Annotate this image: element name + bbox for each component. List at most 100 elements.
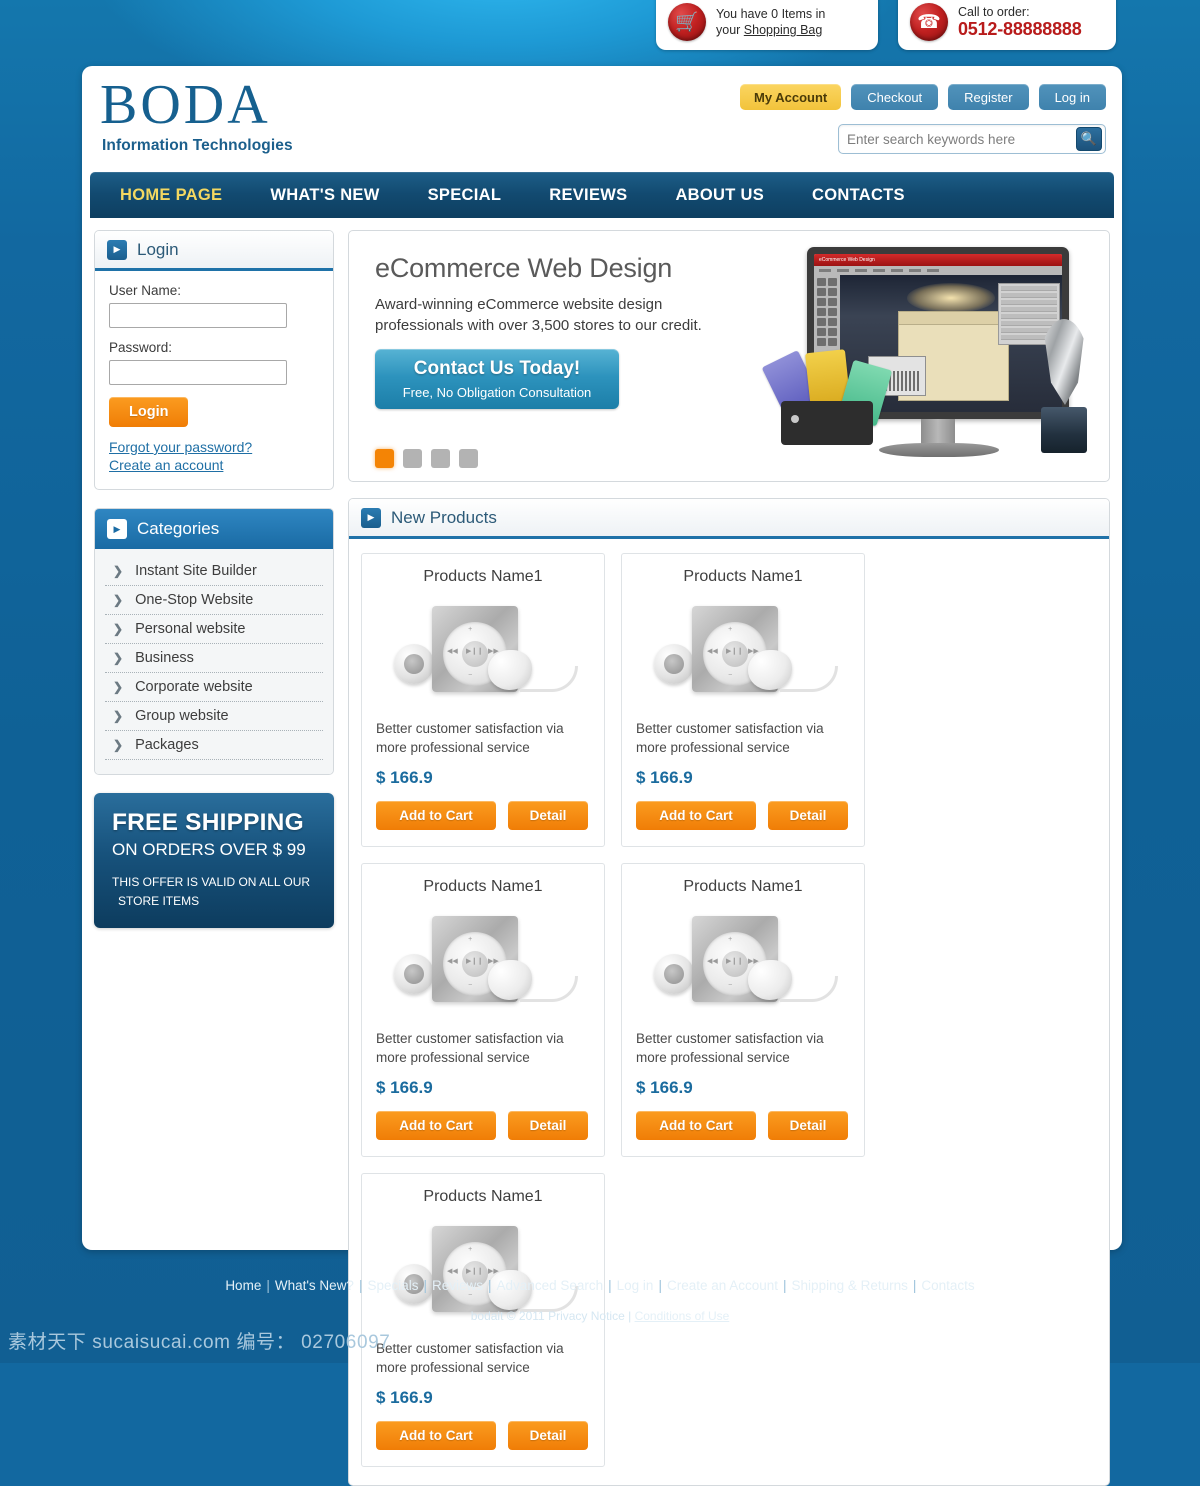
footer-link-contacts[interactable]: Contacts <box>921 1278 974 1293</box>
plus-glyph: + <box>728 936 733 943</box>
prev-glyph: ◀◀ <box>447 1268 458 1275</box>
add-to-cart-button[interactable]: Add to Cart <box>636 1111 756 1140</box>
add-to-cart-button[interactable]: Add to Cart <box>376 801 496 830</box>
conditions-of-use-link[interactable]: Conditions of Use <box>635 1309 730 1323</box>
add-to-cart-button[interactable]: Add to Cart <box>636 801 756 830</box>
checkout-button[interactable]: Checkout <box>851 84 939 110</box>
play-pause-glyph: ▶❙❙ <box>466 648 484 655</box>
nav-item-special[interactable]: SPECIAL <box>428 186 502 205</box>
product-name: Products Name1 <box>683 878 803 895</box>
categories-panel: ▶ Categories ❯ Instant Site Builder ❯ On… <box>94 508 334 775</box>
footer-link-home[interactable]: Home <box>225 1278 261 1293</box>
earbud-left-icon <box>394 644 434 684</box>
forgot-password-link[interactable]: Forgot your password? <box>109 439 319 455</box>
earphone-cable <box>780 666 838 692</box>
footer-link-specials[interactable]: Specials <box>367 1278 418 1293</box>
create-account-link[interactable]: Create an account <box>109 457 319 473</box>
nav-item-reviews[interactable]: REVIEWS <box>549 186 627 205</box>
category-item-instant-site-builder[interactable]: ❯ Instant Site Builder <box>105 557 323 586</box>
category-item-one-stop-website[interactable]: ❯ One-Stop Website <box>105 586 323 615</box>
earphone-cable <box>780 976 838 1002</box>
add-to-cart-button[interactable]: Add to Cart <box>376 1421 496 1450</box>
login-button-header[interactable]: Log in <box>1038 84 1106 110</box>
product-description: Better customer satisfaction via more pr… <box>376 1031 564 1065</box>
site-logo[interactable]: BODA Information Technologies <box>100 74 293 155</box>
site-header: BODA Information Technologies My Account… <box>82 66 1122 172</box>
play-pause-glyph: ▶❙❙ <box>726 648 744 655</box>
footer-link-shipping-returns[interactable]: Shipping & Returns <box>792 1278 908 1293</box>
category-item-packages[interactable]: ❯ Packages <box>105 731 323 760</box>
detail-button[interactable]: Detail <box>508 801 588 830</box>
earphone-cable <box>520 976 578 1002</box>
footer-link-whats-new[interactable]: What's New? <box>275 1278 354 1293</box>
plus-glyph: + <box>728 626 733 633</box>
footer-links: Home | What's New? | Specials | Reviews | Advanc… <box>0 1278 1200 1293</box>
detail-button[interactable]: Detail <box>768 801 848 830</box>
plus-glyph: + <box>468 626 473 633</box>
categories-panel-title: Categories <box>137 519 220 538</box>
shopping-bag-text: You have 0 Items in your Shopping Bag <box>716 6 825 39</box>
nav-item-whats-new[interactable]: WHAT'S NEW <box>270 186 379 205</box>
add-to-cart-button[interactable]: Add to Cart <box>376 1111 496 1140</box>
nav-item-contacts[interactable]: CONTACTS <box>812 186 905 205</box>
product-card[interactable]: Products Name1 + − ◀◀ ▶▶ ▶❙❙ Better cust… <box>621 553 865 847</box>
category-item-business[interactable]: ❯ Business <box>105 644 323 673</box>
new-products-header: ▶ New Products <box>349 499 1109 539</box>
hero-banner: eCommerce Web Design Award-winning eComm… <box>348 230 1110 482</box>
login-panel-header: ▶ Login <box>95 231 333 271</box>
product-card[interactable]: Products Name1 + − ◀◀ ▶▶ ▶❙❙ Better cust… <box>621 863 865 1157</box>
call-to-order-label: Call to order: <box>958 4 1030 19</box>
product-card[interactable]: Products Name1 + − ◀◀ ▶▶ ▶❙❙ Better cust… <box>361 553 605 847</box>
category-label: One-Stop Website <box>135 592 254 608</box>
detail-button[interactable]: Detail <box>508 1421 588 1450</box>
new-products-panel: ▶ New Products Products Name1 + − ◀◀ ▶▶ … <box>348 498 1110 1486</box>
detail-button[interactable]: Detail <box>768 1111 848 1140</box>
nav-item-about-us[interactable]: ABOUT US <box>675 186 764 205</box>
shopping-cart-icon: 🛒 <box>668 3 706 41</box>
arrow-right-icon: ▶ <box>107 239 127 260</box>
screen-titlebar: eCommerce Web Design <box>814 254 1062 266</box>
footer-link-reviews[interactable]: Reviews <box>432 1278 483 1293</box>
categories-list: ❯ Instant Site Builder ❯ One-Stop Websit… <box>95 549 333 774</box>
product-grid: Products Name1 + − ◀◀ ▶▶ ▶❙❙ Better cust… <box>349 539 1109 1485</box>
username-input[interactable] <box>109 303 287 328</box>
product-actions: Add to Cart Detail <box>376 801 590 830</box>
logo-tagline: Information Technologies <box>102 136 293 154</box>
logo-brand-text: BODA <box>100 74 271 136</box>
password-input[interactable] <box>109 360 287 385</box>
detail-button[interactable]: Detail <box>508 1111 588 1140</box>
carousel-dot-1[interactable] <box>375 449 394 468</box>
category-item-corporate-website[interactable]: ❯ Corporate website <box>105 673 323 702</box>
login-submit-button[interactable]: Login <box>109 397 189 427</box>
search-icon[interactable]: 🔍 <box>1076 127 1102 151</box>
cta-sub-label: Free, No Obligation Consultation <box>402 384 592 400</box>
minus-glyph: − <box>468 672 473 679</box>
footer-separator: | <box>266 1278 270 1293</box>
footer-link-create-account[interactable]: Create an Account <box>667 1278 778 1293</box>
prev-glyph: ◀◀ <box>447 648 458 655</box>
carousel-dot-3[interactable] <box>431 449 450 468</box>
footer-link-log-in[interactable]: Log in <box>617 1278 654 1293</box>
nav-item-home-page[interactable]: HOME PAGE <box>120 186 222 205</box>
search-input[interactable] <box>847 131 1076 147</box>
product-actions: Add to Cart Detail <box>636 1111 850 1140</box>
main-page-container: BODA Information Technologies My Account… <box>82 66 1122 1486</box>
carousel-dot-4[interactable] <box>459 449 478 468</box>
plus-glyph: + <box>468 1246 473 1253</box>
carousel-dot-2[interactable] <box>403 449 422 468</box>
product-description: Better customer satisfaction via more pr… <box>376 721 564 755</box>
product-name: Products Name1 <box>423 568 543 585</box>
register-button[interactable]: Register <box>948 84 1029 110</box>
shopping-bag-link[interactable]: Shopping Bag <box>744 23 823 37</box>
product-card[interactable]: Products Name1 + − ◀◀ ▶▶ ▶❙❙ Better cust… <box>361 863 605 1157</box>
minus-glyph: − <box>728 672 733 679</box>
my-account-button[interactable]: My Account <box>740 84 842 110</box>
contact-us-cta-button[interactable]: Contact Us Today! Free, No Obligation Co… <box>375 348 619 409</box>
shopping-bag-widget[interactable]: 🛒 You have 0 Items in your Shopping Bag <box>656 0 878 50</box>
prev-glyph: ◀◀ <box>707 648 718 655</box>
footer-link-advanced-search[interactable]: Advanced Search <box>497 1278 604 1293</box>
category-item-group-website[interactable]: ❯ Group website <box>105 702 323 731</box>
search-box[interactable]: 🔍 <box>838 124 1106 154</box>
category-label: Instant Site Builder <box>135 563 257 579</box>
category-item-personal-website[interactable]: ❯ Personal website <box>105 615 323 644</box>
